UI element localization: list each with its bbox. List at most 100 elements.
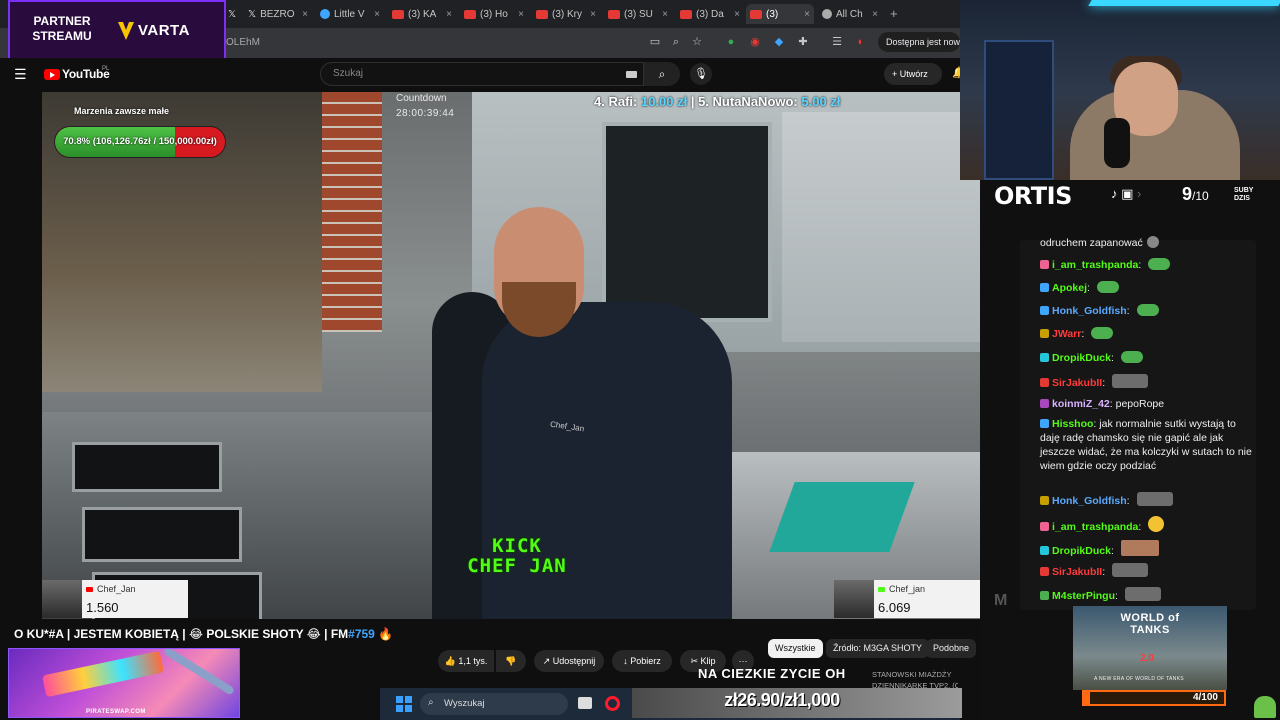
microphone-icon: 🎙 (694, 68, 708, 80)
browser-tab[interactable]: (3) SU × (604, 4, 672, 24)
close-tab-icon[interactable]: × (374, 9, 380, 20)
tiktok-icon: ♪ (1111, 186, 1118, 201)
chat-username[interactable]: koinmiZ_42 (1052, 398, 1110, 410)
chat-username[interactable]: Hisshoo (1052, 418, 1093, 430)
filter-chip[interactable]: Podobne (926, 639, 977, 658)
bookmark-star-icon[interactable]: ☆ (690, 35, 704, 49)
frog-mascot-icon (1254, 696, 1276, 718)
download-button[interactable]: ↓ Pobierz (612, 650, 672, 672)
wot-progress-text: 4/100 (1192, 692, 1218, 703)
social-icons: ♪ ▣ › (1111, 186, 1141, 202)
countdown-label: Countdown (396, 93, 447, 104)
zoom-icon[interactable]: ⌕ (669, 35, 683, 49)
collectibles-shelf (984, 40, 1054, 180)
ticker-donor: 4. Rafi: (594, 94, 641, 109)
filter-chip[interactable]: Wszystkie (768, 639, 823, 658)
youtube-icon (536, 9, 548, 19)
opera-browser-icon[interactable] (605, 696, 620, 711)
share-button[interactable]: ↗ Udostępnij (534, 650, 604, 672)
browser-tab[interactable]: 𝕏 (224, 4, 242, 24)
video-title-text: O KU*#A | JESTEM KOBIETĄ | 😂 POLSKIE SHO… (14, 627, 349, 641)
thumbs-up-icon: 👍 (444, 656, 459, 666)
chat-username[interactable]: DropikDuck (1052, 545, 1111, 557)
filter-chip[interactable]: Źródło: M3GA SHOTY (826, 639, 930, 658)
reading-list-icon[interactable]: ☰ (830, 35, 844, 49)
voice-search-button[interactable]: 🎙 (690, 63, 712, 85)
url-field[interactable]: OLEhM (226, 34, 716, 52)
scissors-icon: ✂ (690, 656, 701, 666)
browser-tab[interactable]: (3) × (746, 4, 814, 24)
file-explorer-icon[interactable] (578, 697, 592, 709)
close-tab-icon[interactable]: × (518, 9, 524, 20)
close-tab-icon[interactable]: × (590, 9, 596, 20)
user-badge-icon (1040, 353, 1049, 362)
chat-message: JWarr: (1040, 327, 1252, 341)
episode-hashtag[interactable]: #759 (348, 627, 375, 641)
close-tab-icon[interactable]: × (662, 9, 668, 20)
steel-cabinet (782, 112, 980, 342)
dislike-button[interactable]: 👎 (496, 650, 526, 672)
close-tab-icon[interactable]: × (302, 9, 308, 20)
chat-username[interactable]: DropikDuck (1052, 352, 1111, 364)
clip-label: Klip (700, 656, 716, 666)
keyboard-icon[interactable] (626, 71, 637, 78)
browser-tab[interactable]: All Ch × (818, 4, 882, 24)
chat-username[interactable]: SirJakubII (1052, 566, 1102, 578)
install-icon[interactable]: ▭ (648, 35, 662, 49)
chat-separator: : (1102, 377, 1109, 389)
kick-line-1: KICK (492, 535, 542, 557)
hamburger-menu-icon[interactable]: ☰ (14, 66, 30, 82)
follower-card-name: Chef_Jan (86, 584, 136, 594)
user-badge-icon (1040, 306, 1049, 315)
update-available-button[interactable]: Dostępna jest nowa w (878, 32, 960, 52)
close-tab-icon[interactable]: × (734, 9, 740, 20)
follower-card-name: Chef_jan (878, 584, 925, 594)
new-tab-button[interactable]: + (890, 6, 898, 21)
taskbar-search-input[interactable]: Wyszukaj (420, 693, 568, 715)
browser-tab[interactable]: (3) Kry × (532, 4, 600, 24)
chat-emote-icon (1146, 236, 1159, 248)
chat-username[interactable]: M4sterPingu (1052, 590, 1115, 602)
partner-line-1: PARTNER (33, 14, 91, 28)
create-button[interactable]: + Utwórz (884, 63, 942, 85)
browser-tab[interactable]: (3) Da × (676, 4, 744, 24)
dish-shelf (602, 122, 772, 322)
follower-name: Chef_Jan (97, 584, 136, 594)
chat-emote-icon (1136, 304, 1159, 316)
sponsor-ad-banner[interactable] (8, 648, 240, 718)
share-label: Udostępnij (552, 656, 596, 666)
extension-icon[interactable]: ◉ (748, 35, 762, 49)
search-button[interactable]: ⌕ (644, 62, 680, 86)
extensions-puzzle-icon[interactable]: ✚ (796, 35, 810, 49)
windows-start-icon[interactable] (396, 696, 412, 712)
chat-username[interactable]: Honk_Goldfish (1052, 495, 1127, 507)
browser-tab[interactable]: (3) KA × (388, 4, 456, 24)
close-tab-icon[interactable]: × (804, 9, 810, 20)
streamer-name: ORTIS (994, 182, 1072, 210)
chat-message: SirJakubII: (1040, 374, 1252, 390)
close-tab-icon[interactable]: × (446, 9, 452, 20)
browser-tab[interactable]: (3) Ho × (460, 4, 528, 24)
chat-separator: : (1138, 521, 1145, 533)
profile-icon[interactable]: ◐ (854, 35, 868, 49)
browser-tab[interactable]: 𝕏 BEZRO × (244, 4, 312, 24)
tab-label: All Ch (836, 8, 863, 20)
browser-tab[interactable]: Little V × (316, 4, 384, 24)
chat-username[interactable]: JWarr (1052, 328, 1081, 340)
chat-message: koinmiZ_42: pepoRope (1040, 397, 1252, 411)
close-tab-icon[interactable]: × (872, 9, 878, 20)
chat-username[interactable]: i_am_trashpanda (1052, 521, 1138, 533)
chat-emote-icon (1112, 563, 1149, 577)
chat-username[interactable]: SirJakubII (1052, 377, 1102, 389)
tab-label: (3) SU (624, 8, 653, 20)
chat-message: SirJakubII: (1040, 563, 1252, 579)
chat-message: Honk_Goldfish: (1040, 304, 1252, 318)
like-button[interactable]: 👍 1,1 tys. (438, 650, 494, 672)
extension-icon[interactable]: ◆ (772, 35, 786, 49)
chat-username[interactable]: Honk_Goldfish (1052, 305, 1127, 317)
extension-icon[interactable]: ● (724, 35, 738, 49)
chat-username[interactable]: Apokej (1052, 282, 1087, 294)
chat-username[interactable]: i_am_trashpanda (1052, 259, 1138, 271)
tab-label: (3) Kry (552, 8, 582, 20)
youtube-search-input[interactable]: Szukaj (320, 62, 644, 86)
